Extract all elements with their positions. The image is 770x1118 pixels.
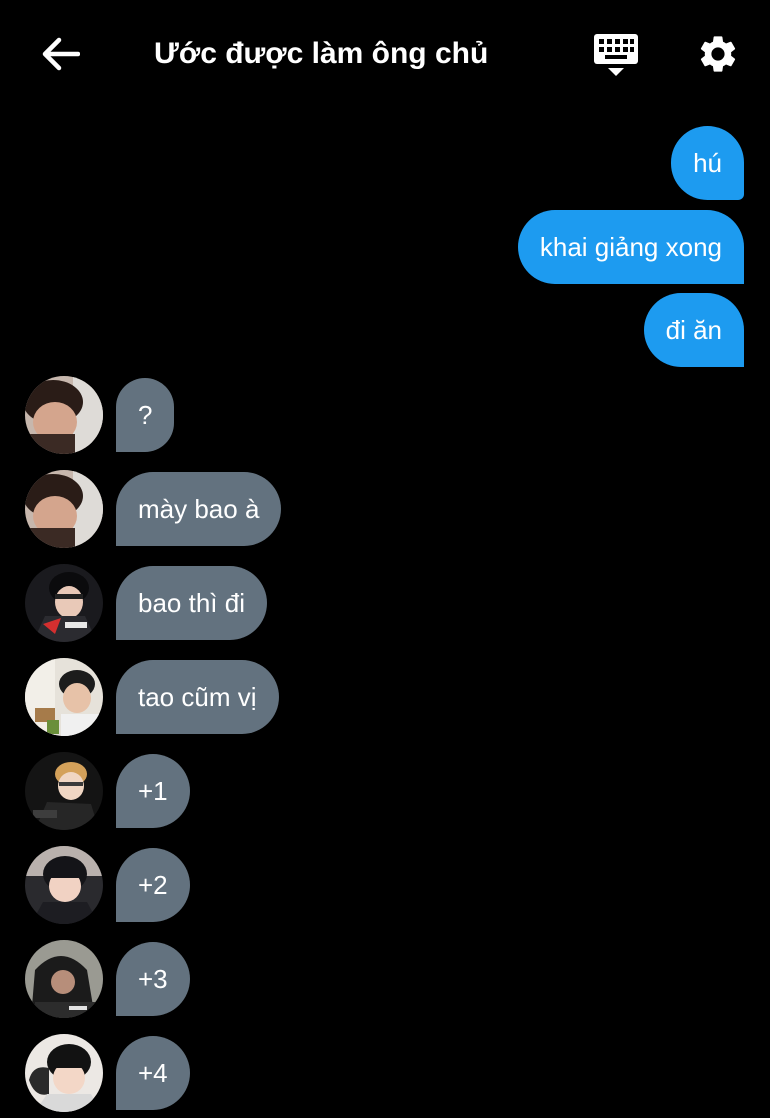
arrow-left-icon [42,37,80,71]
incoming-message[interactable]: bao thì đi [116,566,267,640]
message-text: đi ăn [665,314,722,345]
avatar[interactable] [25,940,103,1018]
message-text: +3 [138,963,168,994]
avatar-photo [25,564,103,642]
message-text: +1 [138,775,168,806]
message-text: +2 [138,869,168,900]
avatar-photo [25,846,103,924]
chat-header: Ước được làm ông chủ [0,0,770,110]
avatar[interactable] [25,846,103,924]
avatar[interactable] [25,658,103,736]
outgoing-message[interactable]: hú [671,126,744,200]
avatar-photo [25,376,103,454]
message-text: khai giảng xong [539,231,722,262]
avatar-photo [25,752,103,830]
incoming-message[interactable]: mày bao à [116,472,282,546]
keyboard-button[interactable] [590,30,642,82]
incoming-message[interactable]: ? [116,378,175,452]
outgoing-message[interactable]: đi ăn [643,293,744,367]
avatar[interactable] [25,564,103,642]
back-button[interactable] [36,32,84,76]
message-text: ? [138,399,153,430]
message-text: bao thì đi [138,587,245,618]
avatar-photo [25,1034,103,1112]
avatar-photo [25,470,103,548]
avatar-photo [25,940,103,1018]
message-text: hú [693,147,722,178]
outgoing-message[interactable]: khai giảng xong [517,210,744,284]
incoming-message[interactable]: +2 [116,848,190,922]
avatar[interactable] [25,470,103,548]
message-text: mày bao à [138,493,260,524]
message-text: tao cũm vị [138,681,257,712]
gear-icon [700,36,736,72]
settings-button[interactable] [694,30,742,78]
avatar[interactable] [25,1034,103,1112]
incoming-message[interactable]: +4 [116,1036,190,1110]
avatar-photo [25,658,103,736]
avatar[interactable] [25,752,103,830]
incoming-message[interactable]: tao cũm vị [116,660,279,734]
incoming-message[interactable]: +1 [116,754,190,828]
incoming-message[interactable]: +3 [116,942,190,1016]
avatar[interactable] [25,376,103,454]
message-text: +4 [138,1057,168,1088]
chat-title[interactable]: Ước được làm ông chủ [154,36,488,72]
keyboard-icon [594,34,638,76]
